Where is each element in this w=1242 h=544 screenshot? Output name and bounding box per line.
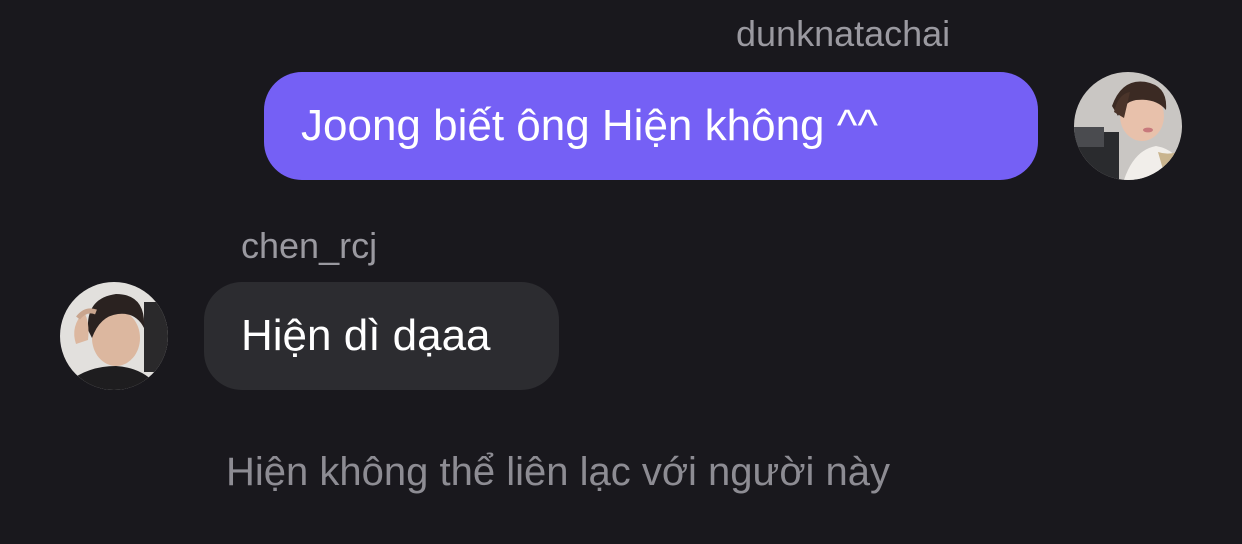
system-notice: Hiện không thể liên lạc với người này bbox=[226, 450, 891, 494]
message-text: Joong biết ông Hiện không ^^ bbox=[301, 101, 879, 150]
message-text: Hiện dì dạaa bbox=[241, 311, 491, 360]
avatar[interactable] bbox=[60, 282, 168, 390]
avatar[interactable] bbox=[1074, 72, 1182, 180]
avatar-photo bbox=[1074, 72, 1182, 180]
message-bubble-outgoing[interactable]: Joong biết ông Hiện không ^^ bbox=[264, 72, 1038, 180]
sender-name: dunknatachai bbox=[736, 13, 951, 54]
message-bubble-incoming[interactable]: Hiện dì dạaa bbox=[204, 282, 559, 390]
sender-name: chen_rcj bbox=[241, 225, 378, 266]
avatar-photo bbox=[60, 282, 168, 390]
